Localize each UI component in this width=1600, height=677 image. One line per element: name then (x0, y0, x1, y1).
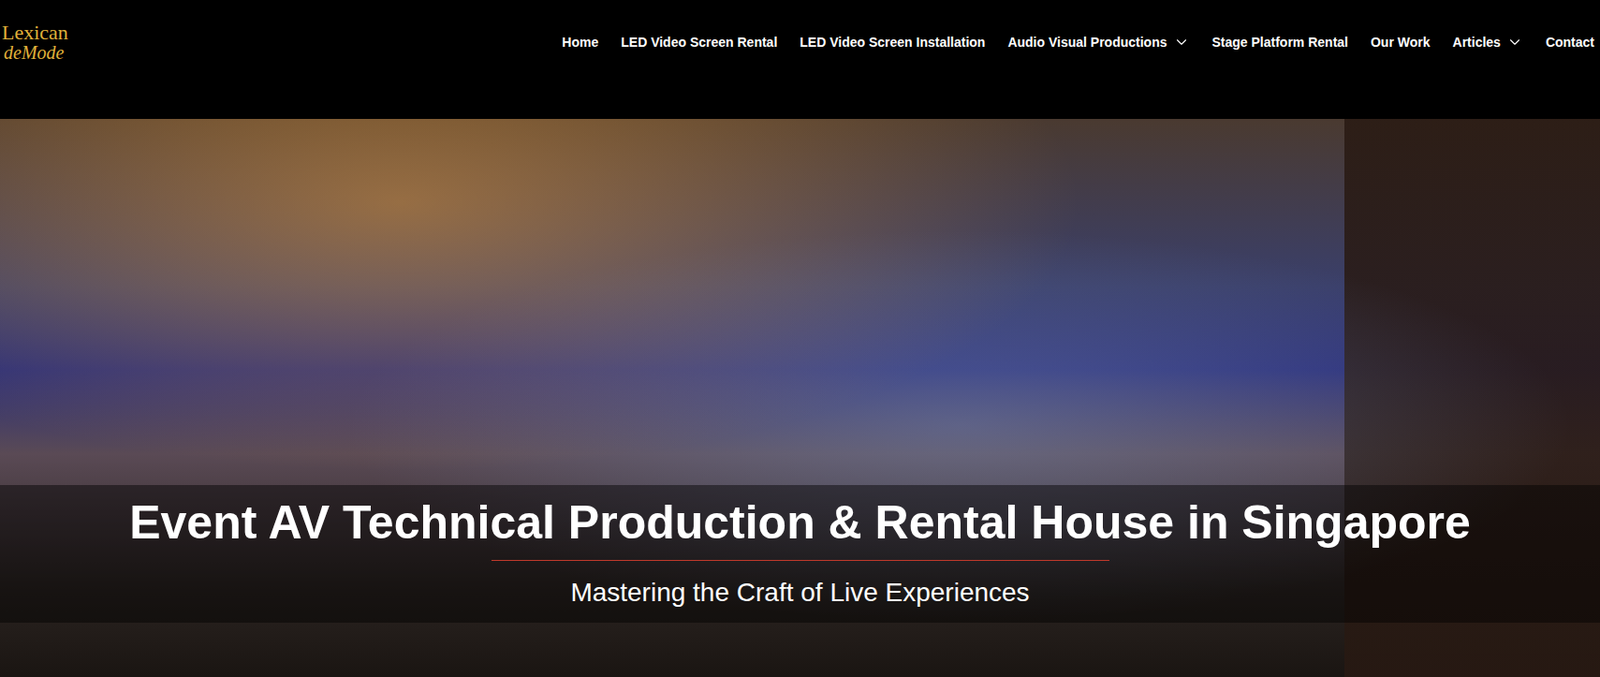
hero-subtitle: Mastering the Craft of Live Experiences (570, 575, 1029, 610)
logo[interactable]: LexicandeMode (1, 22, 69, 62)
chevron-down-icon[interactable] (1506, 33, 1524, 51)
main-nav: Home LED Video Screen Rental LED Video Scr… (561, 32, 1595, 53)
title-divider (491, 559, 1110, 561)
page: LexicandeMode Home LED Video Screen Rental… (0, 0, 1600, 677)
nav-item[interactable]: Home (561, 32, 599, 53)
hero: Event AV Technical Production & Rental H… (0, 118, 1600, 677)
hero-title: Event AV Technical Production & Rental H… (129, 494, 1471, 551)
nav-item[interactable]: Audio Visual Productions (1007, 32, 1189, 53)
chevron-down-icon[interactable] (1173, 33, 1190, 51)
header: LexicandeMode Home LED Video Screen Rental… (0, 0, 1600, 119)
nav-item[interactable]: Our Work (1370, 32, 1431, 53)
hero-banner: Event AV Technical Production & Rental H… (0, 484, 1600, 623)
nav-item[interactable]: LED Video Screen Installation (799, 32, 985, 53)
nav-item[interactable]: LED Video Screen Rental (620, 32, 778, 53)
nav-item[interactable]: Contact (1545, 32, 1595, 53)
nav-item[interactable]: Articles (1453, 32, 1524, 53)
nav-item[interactable]: Stage Platform Rental (1212, 32, 1349, 53)
